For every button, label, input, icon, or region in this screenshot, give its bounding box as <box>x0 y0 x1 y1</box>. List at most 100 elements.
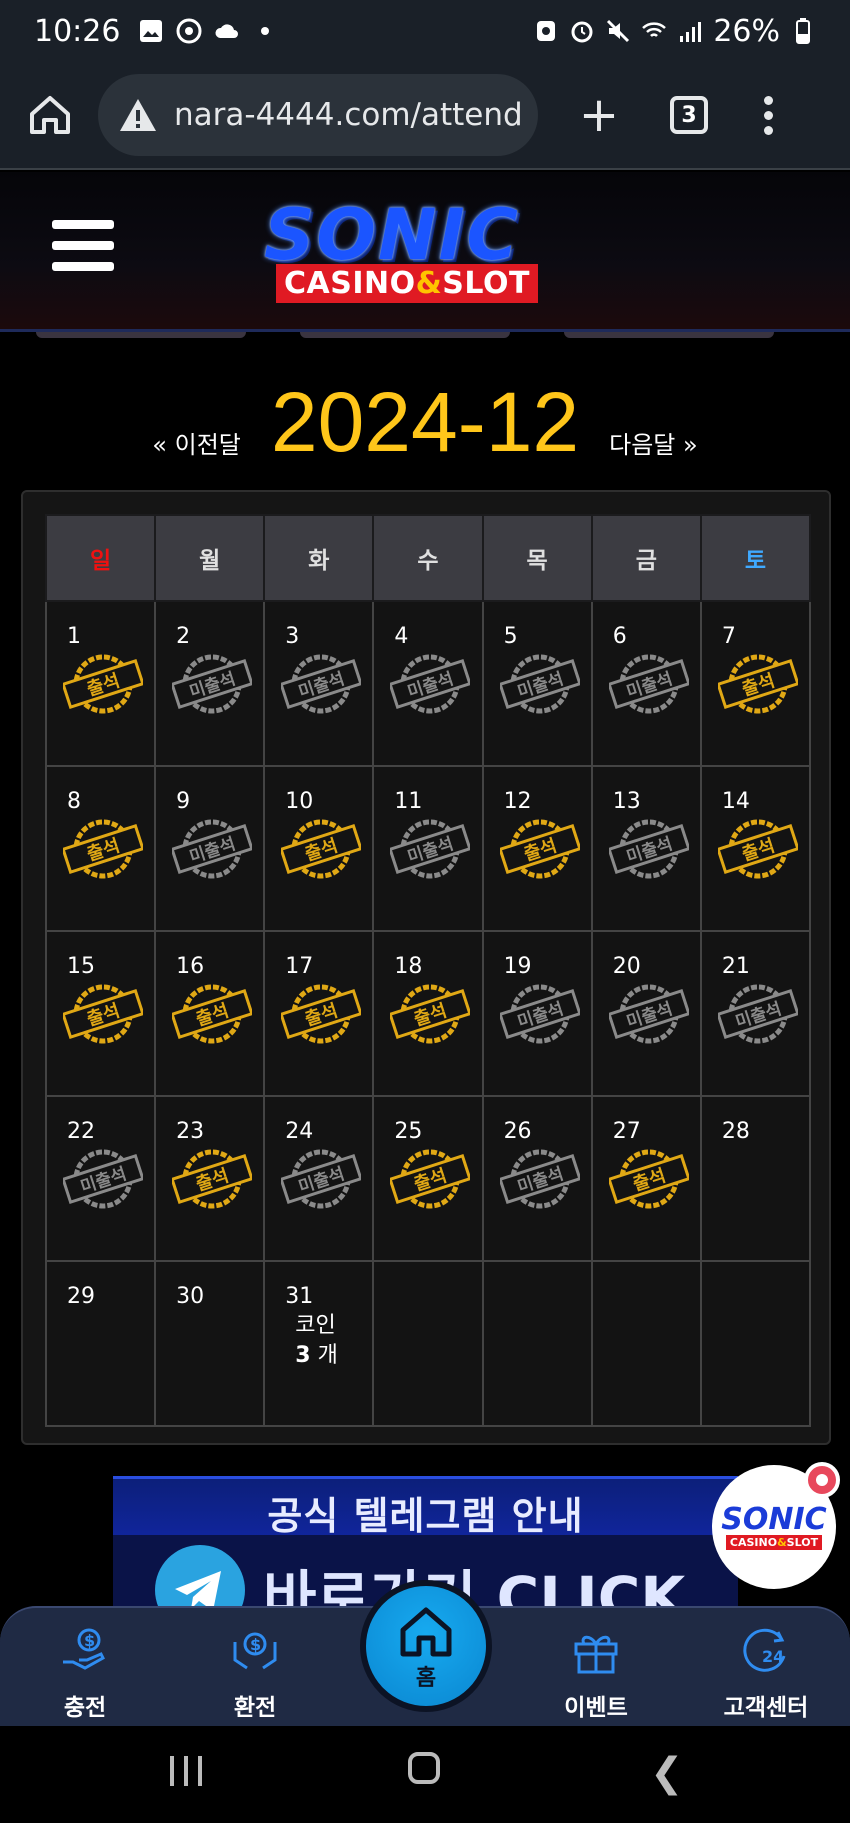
signal-icon <box>680 22 702 42</box>
absent-stamp-icon: 미출석 <box>172 819 253 879</box>
calendar-day-cell: 26 미출석 <box>481 1095 593 1262</box>
weekday-header: 수 <box>372 514 484 602</box>
day-number: 11 <box>394 789 423 814</box>
site-logo[interactable]: SONIC CASINO&SLOT <box>250 194 590 304</box>
next-month-link[interactable]: 다음달 » <box>609 425 698 460</box>
hamburger-menu-icon[interactable] <box>52 220 114 271</box>
absent-stamp-icon: 미출석 <box>499 654 580 714</box>
address-bar[interactable]: nara-4444.com/attendar <box>98 74 538 156</box>
home-icon <box>400 1607 452 1657</box>
float-logo-subtitle: CASINO&SLOT <box>725 1534 823 1550</box>
nav-home-button[interactable]: 홈 <box>360 1580 492 1712</box>
calendar-day-cell: 15 출석 <box>44 930 157 1097</box>
calendar-day-cell: 2 미출석 <box>154 600 266 767</box>
mute-icon <box>607 19 630 43</box>
day-number: 12 <box>503 789 532 814</box>
new-tab-button[interactable]: + <box>574 87 624 143</box>
nav-deposit[interactable]: $ 충전 <box>25 1622 145 1722</box>
absent-stamp-icon: 미출석 <box>499 1149 580 1209</box>
nav-event[interactable]: 이벤트 <box>536 1622 656 1722</box>
day-number: 28 <box>721 1119 750 1144</box>
day-number: 24 <box>285 1119 314 1144</box>
attended-stamp-icon: 출석 <box>499 819 580 879</box>
day-number: 18 <box>394 954 423 979</box>
weekday-header-row: 일월화수목금토 <box>44 514 812 602</box>
day-number: 4 <box>394 624 409 649</box>
calendar-day-cell: 18 출석 <box>372 930 484 1097</box>
day-number: 26 <box>503 1119 532 1144</box>
absent-stamp-icon: 미출석 <box>281 654 362 714</box>
calendar-week-row: 1 출석 2 미출석 3 미출석 4 미출석 5 미출석 6 미출석 7 출석 <box>44 600 812 767</box>
system-home-button[interactable] <box>408 1752 440 1784</box>
calendar-day-cell: 17 출석 <box>263 930 375 1097</box>
calendar-day-cell <box>372 1260 484 1427</box>
nav-deposit-label: 충전 <box>63 1695 107 1721</box>
weekday-header: 화 <box>263 514 375 602</box>
header-tab[interactable] <box>300 332 510 338</box>
nav-event-label: 이벤트 <box>564 1695 628 1721</box>
back-button[interactable]: ❮ <box>650 1750 684 1796</box>
calendar-day-cell: 12 출석 <box>481 765 593 932</box>
day-number: 8 <box>67 789 81 814</box>
alarm-icon <box>571 21 593 43</box>
deposit-icon: $ <box>63 1628 105 1670</box>
day-number: 17 <box>285 954 314 979</box>
nav-support-label: 고객센터 <box>723 1695 809 1721</box>
status-time: 10:26 <box>34 13 121 49</box>
nav-support[interactable]: 24 고객센터 <box>706 1622 826 1722</box>
attended-stamp-icon: 출석 <box>281 819 362 879</box>
day-number: 14 <box>721 789 750 814</box>
coin-unit: 개 <box>317 1343 338 1368</box>
day-number: 16 <box>176 954 205 979</box>
calendar-day-cell: 11 미출석 <box>372 765 484 932</box>
prev-month-link[interactable]: « 이전달 <box>152 425 241 460</box>
calendar-day-cell: 23 출석 <box>154 1095 266 1262</box>
day-number: 9 <box>176 789 191 814</box>
calendar-day-cell: 22 미출석 <box>44 1095 157 1262</box>
attended-stamp-icon: 출석 <box>172 1149 253 1209</box>
calendar-day-cell: 19 미출석 <box>481 930 593 1097</box>
calendar-day-cell: 6 미출석 <box>590 600 702 767</box>
gallery-icon <box>140 20 163 42</box>
absent-stamp-icon: 미출석 <box>717 984 798 1044</box>
tab-switcher-button[interactable]: 3 <box>670 96 708 134</box>
calendar-day-cell: 30 <box>154 1260 266 1427</box>
calendar-day-cell: 20 미출석 <box>590 930 702 1097</box>
weekday-header: 토 <box>699 514 812 602</box>
day-number: 15 <box>67 954 95 979</box>
browser-menu-button[interactable] <box>764 95 773 135</box>
day-number: 31 <box>285 1284 314 1309</box>
browser-home-button[interactable] <box>22 87 78 143</box>
system-navigation: ❮ <box>0 1726 850 1823</box>
attended-stamp-icon: 출석 <box>172 984 253 1044</box>
day-number: 3 <box>285 624 300 649</box>
site-header: SONIC CASINO&SLOT <box>0 172 850 332</box>
nav-withdraw[interactable]: $ 환전 <box>195 1622 315 1722</box>
gift-icon <box>574 1635 618 1674</box>
calendar-day-cell: 3 미출석 <box>263 600 375 767</box>
calendar-day-cell: 24 미출석 <box>263 1095 375 1262</box>
calendar-day-cell: 27 출석 <box>590 1095 702 1262</box>
notification-dot-icon[interactable] <box>804 1462 840 1498</box>
attended-stamp-icon: 출석 <box>63 654 143 714</box>
calendar-day-cell: 13 미출석 <box>590 765 702 932</box>
recent-apps-button[interactable] <box>170 1756 202 1786</box>
absent-stamp-icon: 미출석 <box>390 654 471 714</box>
header-tab[interactable] <box>564 332 774 338</box>
calendar-day-cell: 8 출석 <box>44 765 157 932</box>
calendar-week-row: 29 30 31 코인 3 개 <box>44 1260 812 1427</box>
calendar-day-cell: 29 <box>44 1260 157 1427</box>
day-number: 25 <box>394 1119 423 1144</box>
calendar-day-cell: 7 출석 <box>699 600 812 767</box>
day-number: 21 <box>721 954 750 979</box>
absent-stamp-icon: 미출석 <box>608 654 689 714</box>
calendar-day-cell: 25 출석 <box>372 1095 484 1262</box>
coin-reward: 코인 3 개 <box>285 1311 372 1371</box>
notification-icons <box>138 18 278 44</box>
support-24-icon: 24 <box>743 1628 786 1672</box>
status-bar: 10:26 26% <box>0 0 850 62</box>
header-tab[interactable] <box>36 332 246 338</box>
url-text: nara-4444.com/attendar <box>174 97 522 133</box>
calendar-day-cell <box>481 1260 593 1427</box>
weekday-header: 금 <box>590 514 702 602</box>
